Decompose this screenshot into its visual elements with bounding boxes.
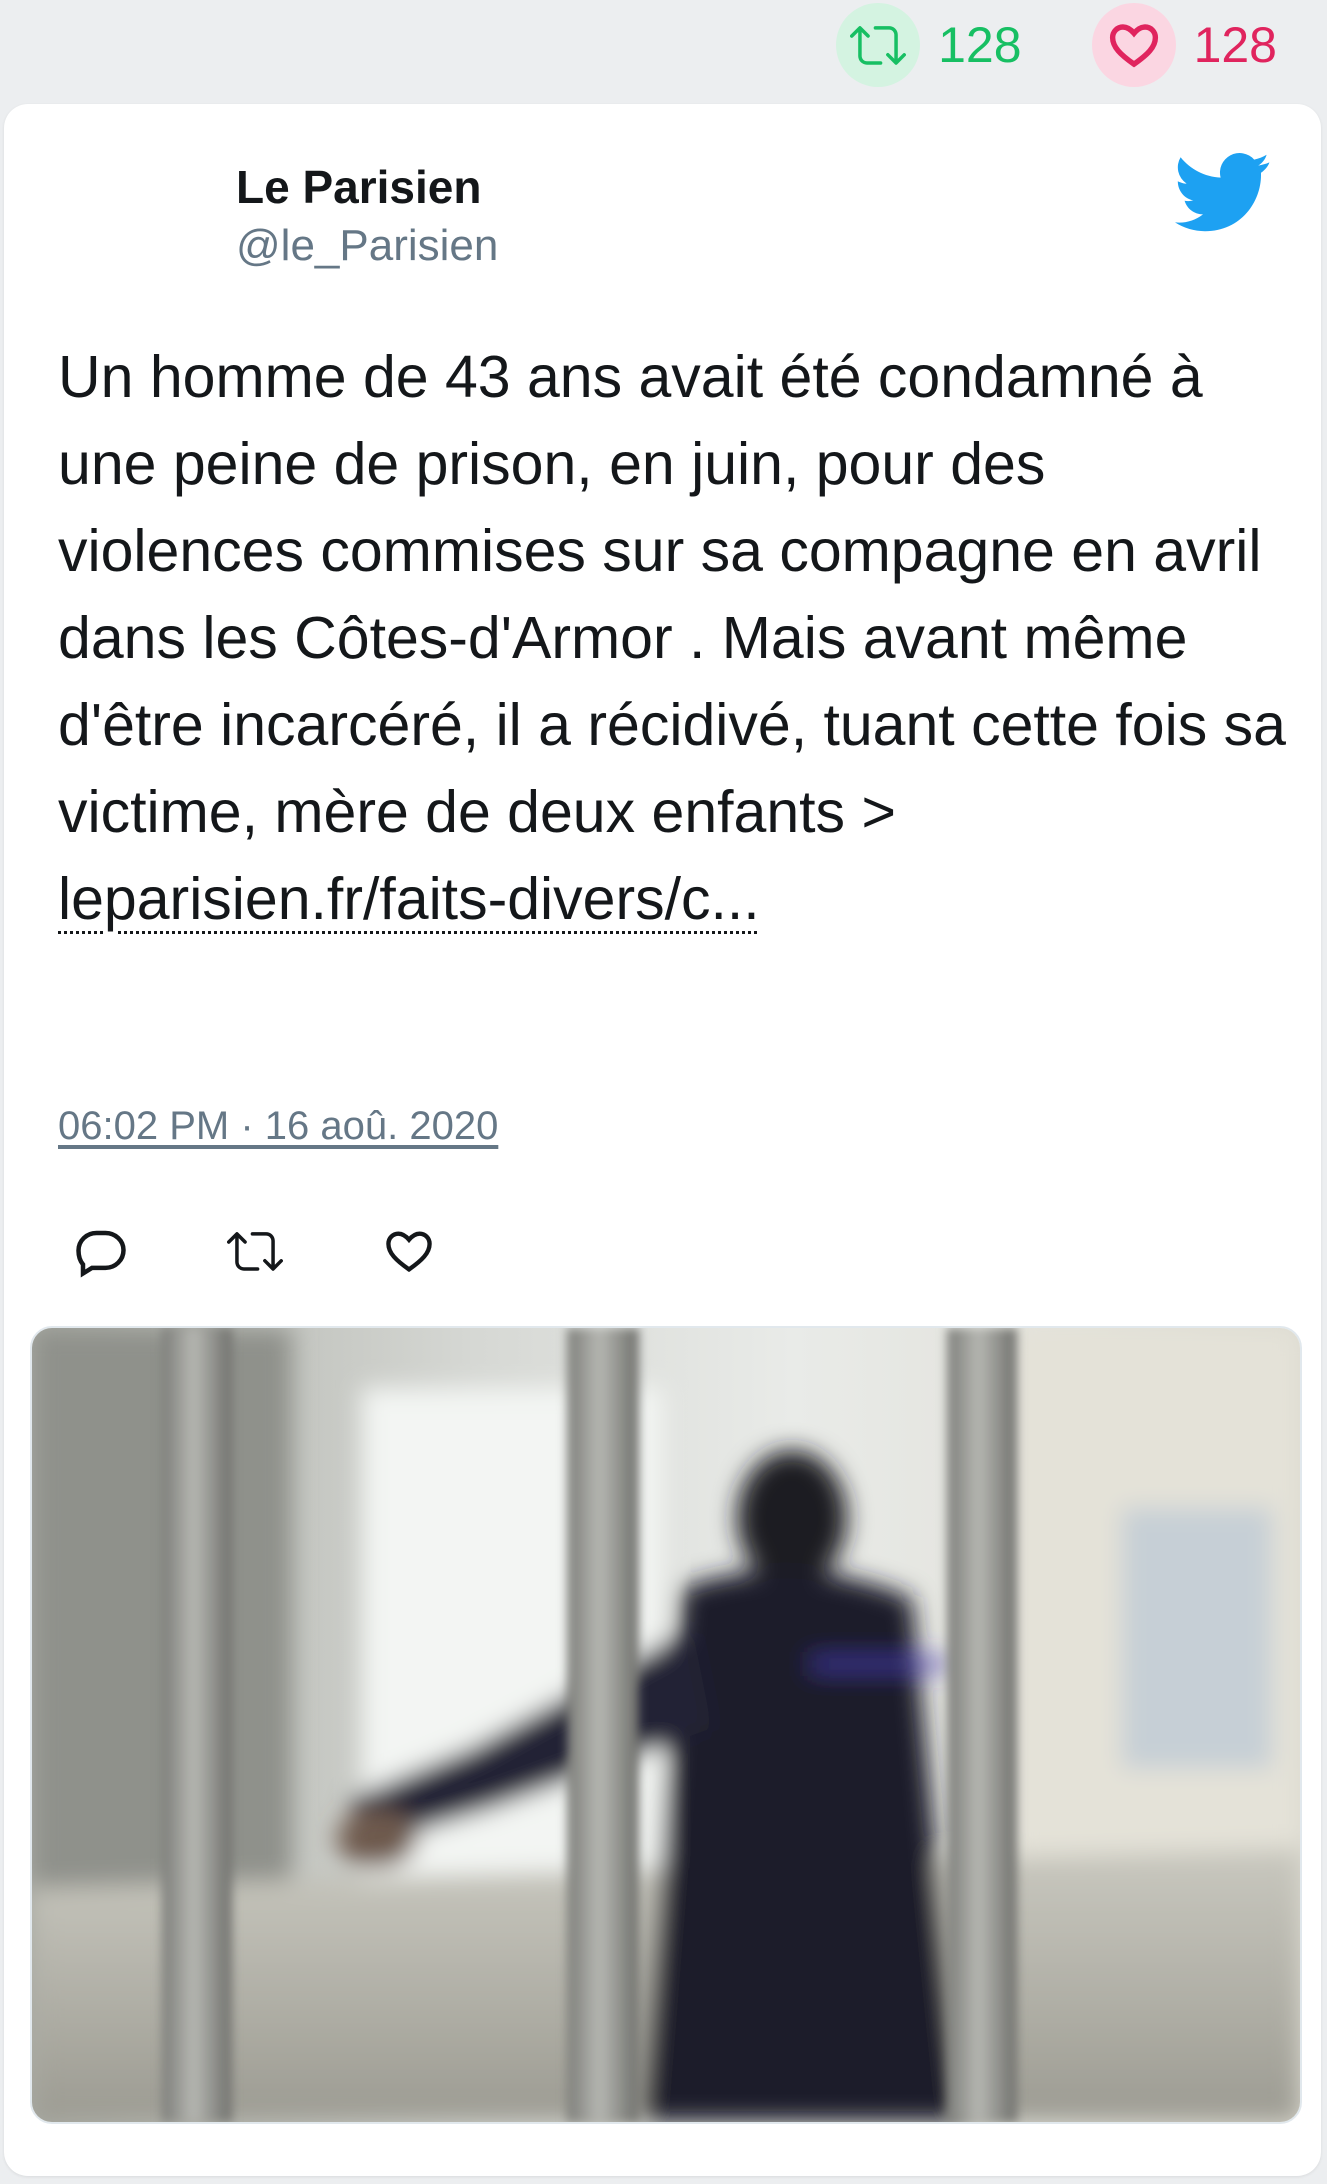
retweet-count: 128 (938, 17, 1022, 73)
tweet-link[interactable]: leparisien.fr/faits-divers/c... (58, 866, 760, 932)
tweet-actions (72, 1222, 438, 1280)
retweet-icon (836, 3, 921, 87)
reply-icon[interactable] (72, 1222, 130, 1280)
like-stat[interactable]: 128 (1091, 3, 1277, 87)
tweet-body: Un homme de 43 ans avait été condamné à … (58, 344, 1286, 845)
like-action-icon[interactable] (380, 1222, 438, 1280)
tweet-media-image[interactable] (30, 1326, 1302, 2124)
top-stats-bar: 128 128 (836, 0, 1327, 90)
tweet-card: Le Parisien @le_Parisien Un homme de 43 … (4, 104, 1321, 2176)
tweet-text: Un homme de 43 ans avait été condamné à … (58, 334, 1288, 943)
twitter-bird-icon[interactable] (1175, 144, 1271, 240)
author-block[interactable]: Le Parisien @le_Parisien (236, 160, 498, 274)
author-handle[interactable]: @le_Parisien (236, 217, 498, 274)
like-count: 128 (1193, 17, 1277, 73)
retweet-stat[interactable]: 128 (836, 3, 1022, 87)
author-name[interactable]: Le Parisien (236, 160, 498, 215)
retweet-action-icon[interactable] (226, 1222, 284, 1280)
tweet-timestamp[interactable]: 06:02 PM · 16 aoû. 2020 (58, 1104, 498, 1149)
heart-icon (1091, 3, 1176, 87)
